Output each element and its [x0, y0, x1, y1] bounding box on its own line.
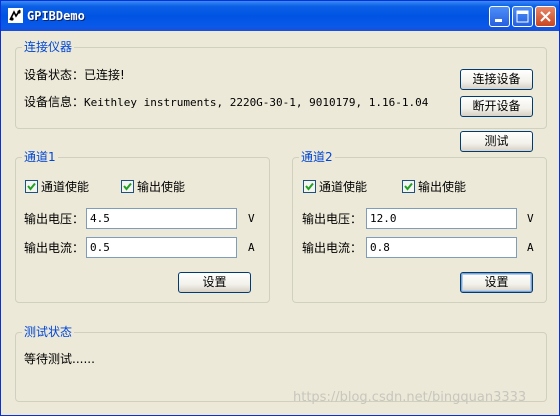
device-info-value: Keithley instruments, 2220G-30-1, 901017…	[84, 96, 429, 109]
channel2-voltage-unit: V	[527, 212, 534, 225]
channel2-channel-enable-label[interactable]: 通道使能	[319, 180, 367, 194]
channel2-current-unit: A	[527, 241, 534, 254]
channel2-voltage-input[interactable]	[366, 208, 517, 229]
checkmark-icon	[27, 182, 36, 191]
channel2-title: 通道2	[299, 150, 335, 164]
channel1-output-enable-label[interactable]: 输出使能	[137, 180, 185, 194]
device-info-label: 设备信息：	[24, 95, 85, 109]
channel2-current-input[interactable]	[366, 237, 517, 258]
channel2-current-label: 输出电流：	[302, 241, 363, 255]
maximize-button[interactable]	[512, 6, 533, 27]
channel1-set-button[interactable]: 设置	[178, 272, 251, 293]
channel2-output-enable-checkbox[interactable]	[402, 180, 415, 193]
status-value: 已连接!	[84, 68, 125, 82]
test-status-title: 测试状态	[22, 325, 75, 339]
connect-device-button[interactable]: 连接设备	[460, 69, 533, 90]
channel1-title: 通道1	[22, 150, 58, 164]
close-button[interactable]	[535, 6, 556, 27]
channel2-voltage-label: 输出电压：	[302, 212, 363, 226]
channel1-voltage-label: 输出电压：	[24, 212, 85, 226]
channel1-voltage-input[interactable]	[86, 208, 237, 229]
app-window: GPIBDemo 连接仪器 设备状态： 已连接! 设备信息： Keithley …	[0, 0, 560, 416]
window-title: GPIBDemo	[27, 9, 85, 23]
channel1-output-enable-checkbox[interactable]	[121, 180, 134, 193]
channel1-channel-enable-checkbox[interactable]	[25, 180, 38, 193]
channel2-set-button[interactable]: 设置	[460, 272, 533, 293]
instrument-app-icon	[7, 7, 24, 24]
checkmark-icon	[404, 182, 413, 191]
channel1-current-unit: A	[248, 241, 255, 254]
channel1-current-label: 输出电流：	[24, 241, 85, 255]
checkmark-icon	[123, 182, 132, 191]
test-status-message: 等待测试......	[24, 352, 95, 366]
maximize-icon	[516, 10, 529, 23]
checkmark-icon	[305, 182, 314, 191]
title-bar[interactable]: GPIBDemo	[1, 1, 559, 31]
disconnect-device-button[interactable]: 断开设备	[460, 96, 533, 117]
channel1-current-input[interactable]	[86, 237, 237, 258]
channel1-channel-enable-label[interactable]: 通道使能	[41, 180, 89, 194]
watermark-text: https://blog.csdn.net/bingquan3333	[293, 390, 527, 405]
channel2-output-enable-label[interactable]: 输出使能	[418, 180, 466, 194]
channel2-channel-enable-checkbox[interactable]	[303, 180, 316, 193]
status-label: 设备状态：	[24, 68, 85, 82]
minimize-icon	[495, 19, 502, 22]
channel1-voltage-unit: V	[248, 212, 255, 225]
minimize-button[interactable]	[489, 6, 510, 27]
close-icon	[540, 11, 551, 22]
connect-group-title: 连接仪器	[22, 40, 75, 54]
test-button[interactable]: 测试	[460, 131, 533, 152]
